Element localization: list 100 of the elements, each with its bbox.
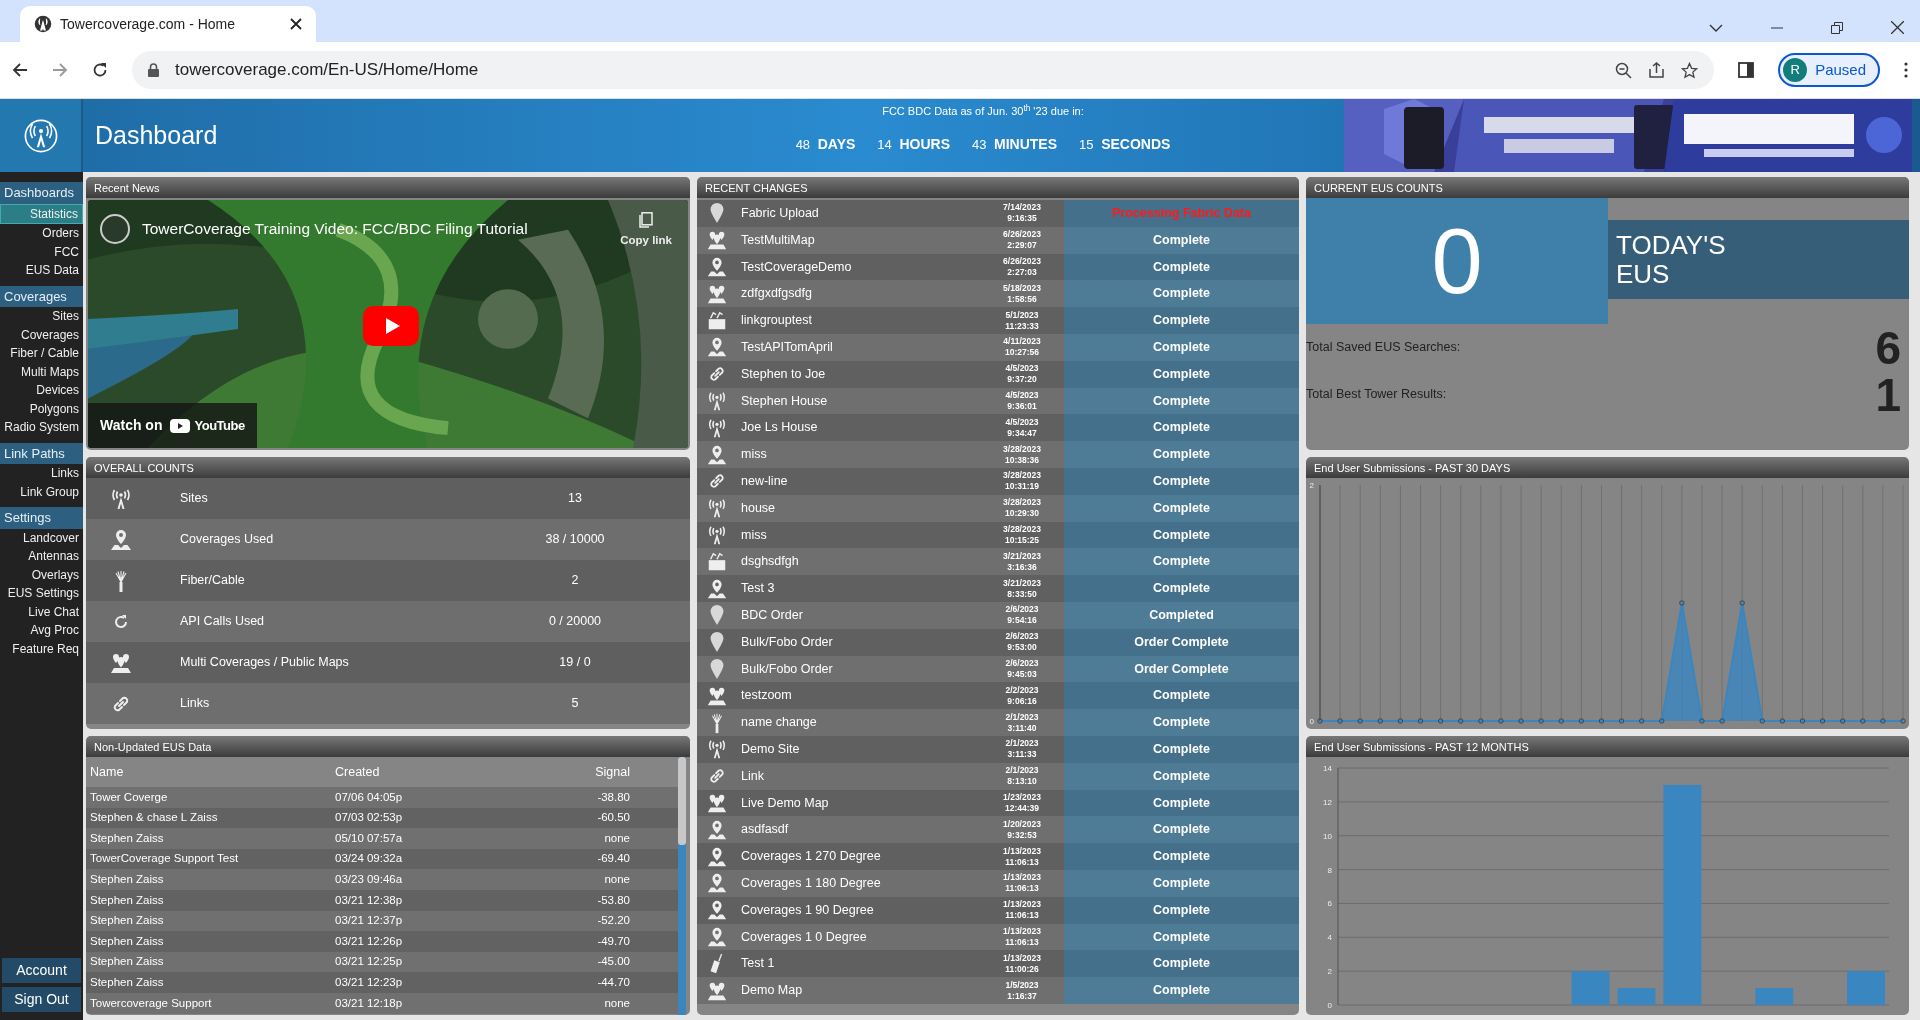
change-time: 9:16:35 (1006, 213, 1038, 225)
play-button[interactable] (363, 306, 419, 346)
sidebar-item[interactable]: Avg Proc (0, 621, 83, 640)
change-status: Complete (1153, 821, 1210, 839)
change-name[interactable]: linkgrouptest (741, 313, 812, 328)
change-time: 9:54:16 (1006, 615, 1038, 627)
change-name[interactable]: Test 3 (741, 581, 775, 596)
change-name[interactable]: zdfgxdfgsdfg (741, 286, 812, 301)
sidebar-item[interactable]: Feature Req (0, 639, 83, 658)
forward-icon[interactable] (52, 62, 68, 78)
sidebar-group-header[interactable]: Link Paths (0, 442, 83, 464)
sidebar-item[interactable]: EUS Data (0, 261, 83, 280)
sidebar-item[interactable]: Coverages (0, 325, 83, 344)
data-point (1558, 718, 1564, 724)
profile-button[interactable]: R Paused (1778, 53, 1880, 87)
close-icon[interactable] (290, 18, 302, 30)
sign-out-button[interactable]: Sign Out (2, 987, 81, 1012)
sidebar-group-header[interactable]: Settings (0, 507, 83, 529)
change-date: 3/28/2023 (1002, 443, 1042, 455)
sidebar-item[interactable]: Landcover (0, 528, 83, 547)
change-name[interactable]: Fabric Upload (741, 206, 819, 220)
menu-icon[interactable] (1904, 62, 1908, 78)
back-icon[interactable] (12, 62, 28, 78)
table-cell: 03/21 12:26p (335, 934, 403, 947)
sidebar-item[interactable]: Sites (0, 307, 83, 326)
change-name[interactable]: name change (741, 715, 817, 730)
change-name[interactable]: Coverages 1 90 Degree (741, 902, 874, 917)
share-icon[interactable] (1648, 61, 1666, 79)
change-name[interactable]: Bulk/Fobo Order (741, 661, 833, 676)
change-name[interactable]: TestAPITomApril (741, 340, 833, 354)
map-pin-icon (706, 899, 728, 922)
change-name[interactable]: Bulk/Fobo Order (741, 634, 833, 649)
close-icon[interactable] (1891, 21, 1904, 34)
sidebar-item[interactable]: Polygons (0, 399, 83, 418)
star-icon[interactable] (1681, 61, 1699, 79)
change-name[interactable]: TestMultiMap (741, 232, 815, 247)
bar (1617, 988, 1656, 1005)
restore-icon[interactable] (1831, 21, 1843, 34)
sidebar-item[interactable]: Radio System (0, 418, 83, 437)
sidebar-item[interactable]: Statistics (0, 203, 83, 224)
side-panel-icon[interactable] (1738, 62, 1755, 78)
change-date: 1/13/2023 (1002, 899, 1042, 911)
change-name[interactable]: BDC Order (741, 607, 803, 622)
change-name[interactable]: Stephen to Joe (741, 366, 826, 381)
video-title[interactable]: TowerCoverage Training Video: FCC/BDC Filing Tutorial (142, 217, 528, 241)
change-name[interactable]: miss (741, 447, 767, 462)
table-cell: -45.00 (597, 955, 630, 968)
change-name[interactable]: Live Demo Map (741, 795, 829, 810)
sidebar-item[interactable]: Links (0, 464, 83, 483)
change-name[interactable]: Demo Map (741, 983, 803, 998)
data-point (1498, 718, 1504, 724)
sidebar-item[interactable]: Live Chat (0, 602, 83, 621)
address-bar[interactable]: towercoverage.com/En-US/Home/Home (132, 51, 1715, 89)
change-name[interactable]: dsghsdfgh (741, 554, 799, 569)
sidebar-item[interactable]: Orders (0, 224, 83, 243)
change-time: 10:27:56 (1004, 347, 1040, 359)
change-name[interactable]: house (741, 500, 776, 515)
change-name[interactable]: Coverages 1 180 Degree (741, 875, 881, 890)
sidebar-group-header[interactable]: Dashboards (0, 182, 83, 204)
sidebar-item[interactable]: Devices (0, 381, 83, 400)
change-name[interactable]: Test 1 (741, 956, 775, 971)
sidebar-item[interactable]: Link Group (0, 482, 83, 501)
browser-tab[interactable]: Towercoverage.com - Home (20, 6, 316, 42)
change-name[interactable]: TestCoverageDemo (741, 259, 852, 274)
change-name[interactable]: Joe Ls House (741, 420, 818, 435)
sidebar-item[interactable]: EUS Settings (0, 584, 83, 603)
scrollbar[interactable] (678, 757, 686, 1015)
change-name[interactable]: miss (741, 527, 767, 542)
sidebar-item[interactable]: Multi Maps (0, 362, 83, 381)
change-name[interactable]: Stephen House (741, 393, 828, 408)
sidebar-item[interactable]: Overlays (0, 565, 83, 584)
copy-link-button[interactable]: Copy link (620, 212, 672, 250)
folder-icon (706, 309, 728, 332)
change-date: 4/5/2023 (1004, 389, 1040, 401)
stat-label: Total Best Tower Results: (1306, 386, 1447, 404)
change-name[interactable]: Demo Site (741, 741, 800, 756)
change-time: 11:06:13 (1004, 883, 1040, 895)
change-name[interactable]: Coverages 1 0 Degree (741, 929, 867, 944)
sidebar-group-header[interactable]: Coverages (0, 285, 83, 307)
chevron-down-icon[interactable] (1709, 22, 1723, 33)
zoom-icon[interactable] (1615, 61, 1633, 79)
change-name[interactable]: testzoom (741, 688, 792, 703)
change-time: 1:16:37 (1006, 990, 1038, 1002)
change-name[interactable]: asdfasdf (741, 822, 789, 837)
change-status: Completed (1149, 606, 1214, 624)
sidebar-item[interactable]: FCC (0, 242, 83, 261)
sidebar-item[interactable]: Fiber / Cable (0, 344, 83, 363)
change-name[interactable]: new-line (741, 474, 788, 488)
data-point (1779, 718, 1786, 724)
tower-logo-icon[interactable] (23, 118, 58, 153)
watch-on-youtube-link[interactable]: Watch on YouTube (88, 403, 257, 448)
copy-icon[interactable] (639, 212, 654, 228)
axis-label: 10 (1323, 831, 1332, 841)
change-name[interactable]: Coverages 1 270 Degree (741, 849, 881, 864)
table-cell: 03/21 12:38p (335, 893, 403, 906)
reload-icon[interactable] (92, 62, 108, 78)
account-button[interactable]: Account (2, 958, 81, 983)
sidebar-item[interactable]: Antennas (0, 547, 83, 566)
data-point (1819, 718, 1826, 724)
change-name[interactable]: Link (741, 768, 764, 783)
